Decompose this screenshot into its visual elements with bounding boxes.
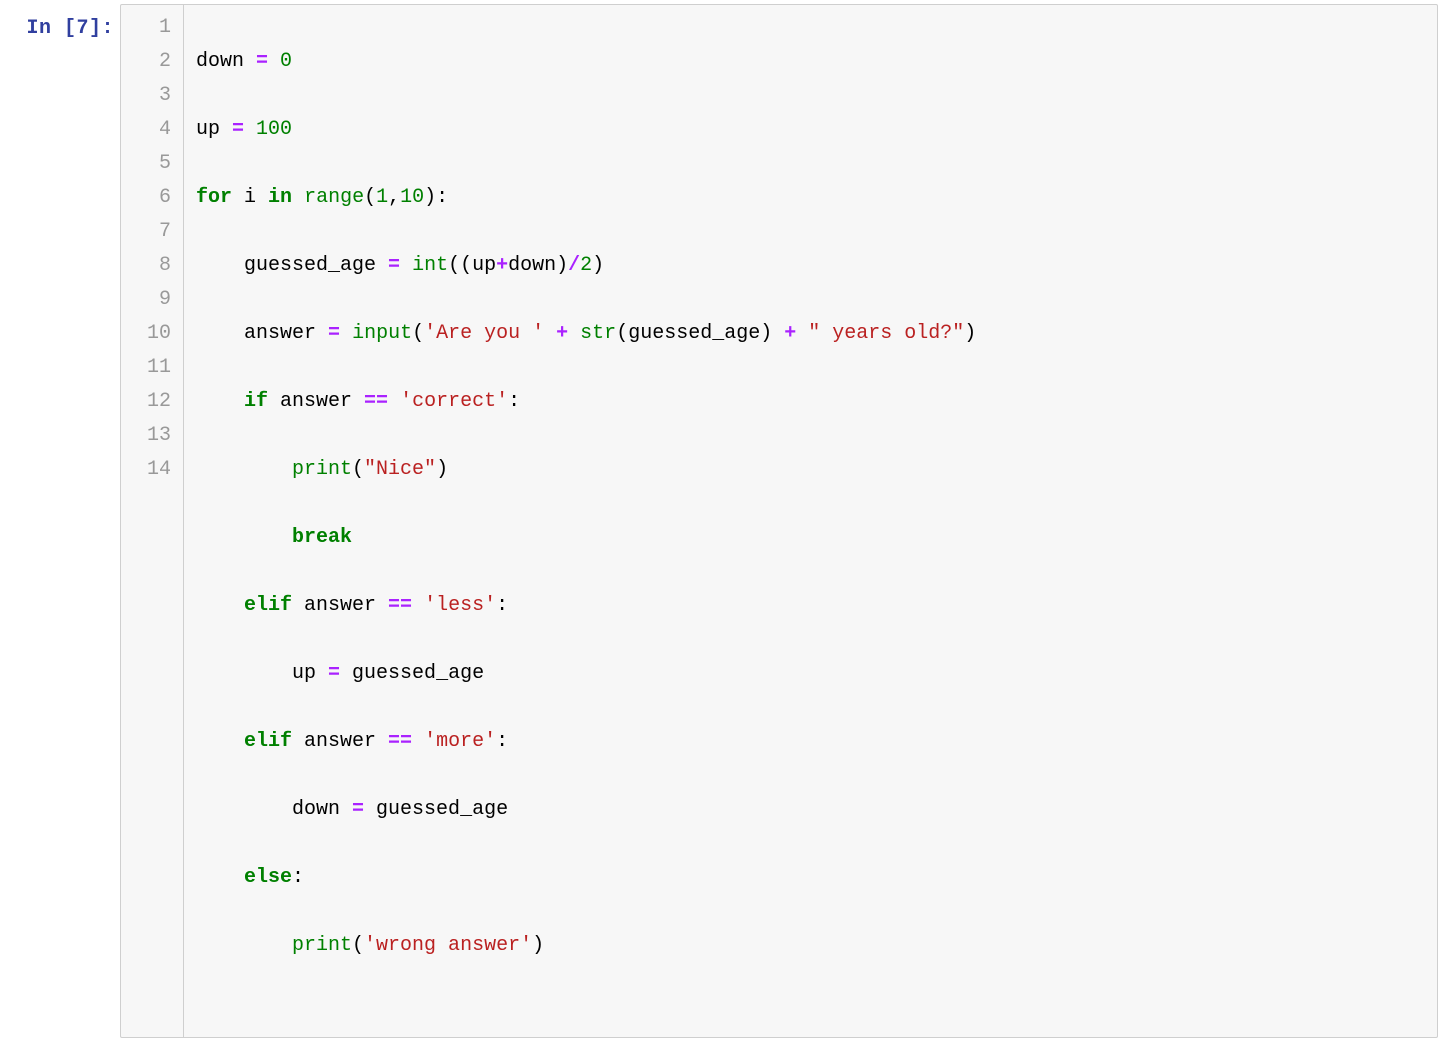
prompt-pre: In [: [26, 17, 76, 40]
line-number: 4: [121, 113, 177, 147]
code-line[interactable]: down = 0: [196, 45, 1425, 79]
code-line[interactable]: print('wrong answer'): [196, 929, 1425, 963]
input-area[interactable]: 1 2 3 4 5 6 7 8 9 10 11 12 13 14 down = …: [120, 4, 1438, 1038]
code-line[interactable]: up = 100: [196, 113, 1425, 147]
code-line[interactable]: if answer == 'correct':: [196, 385, 1425, 419]
line-number: 6: [121, 181, 177, 215]
line-number: 14: [121, 453, 177, 487]
line-number: 7: [121, 215, 177, 249]
code-editor[interactable]: down = 0 up = 100 for i in range(1,10): …: [184, 5, 1437, 1037]
code-line[interactable]: down = guessed_age: [196, 793, 1425, 827]
input-prompt: In [7]:: [8, 4, 120, 46]
line-number: 13: [121, 419, 177, 453]
line-number: 1: [121, 11, 177, 45]
code-line[interactable]: break: [196, 521, 1425, 555]
line-number: 11: [121, 351, 177, 385]
line-number: 2: [121, 45, 177, 79]
exec-count: 7: [76, 17, 89, 40]
code-line[interactable]: for i in range(1,10):: [196, 181, 1425, 215]
code-line[interactable]: elif answer == 'less':: [196, 589, 1425, 623]
line-number-gutter: 1 2 3 4 5 6 7 8 9 10 11 12 13 14: [121, 5, 184, 1037]
code-line[interactable]: guessed_age = int((up+down)/2): [196, 249, 1425, 283]
code-line[interactable]: else:: [196, 861, 1425, 895]
line-number: 12: [121, 385, 177, 419]
code-line[interactable]: elif answer == 'more':: [196, 725, 1425, 759]
code-line[interactable]: answer = input('Are you ' + str(guessed_…: [196, 317, 1425, 351]
code-cell: In [7]: 1 2 3 4 5 6 7 8 9 10 11 12 13 14…: [8, 4, 1438, 1038]
line-number: 9: [121, 283, 177, 317]
code-line[interactable]: print("Nice"): [196, 453, 1425, 487]
code-line[interactable]: up = guessed_age: [196, 657, 1425, 691]
line-number: 10: [121, 317, 177, 351]
line-number: 8: [121, 249, 177, 283]
prompt-suf: ]:: [89, 17, 114, 40]
line-number: 3: [121, 79, 177, 113]
line-number: 5: [121, 147, 177, 181]
